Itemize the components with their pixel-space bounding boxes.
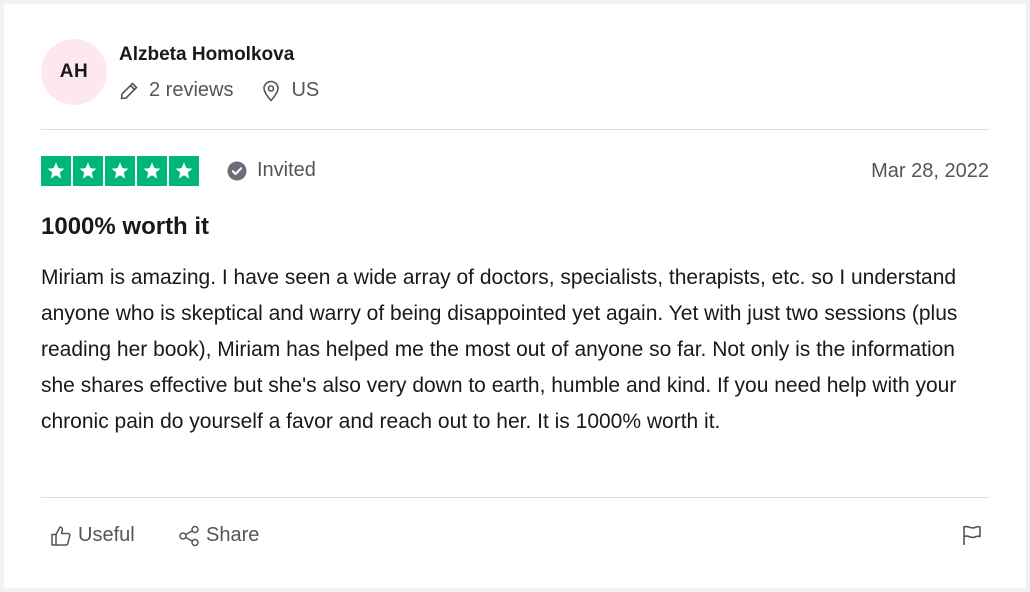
star-icon: [73, 156, 103, 186]
star-rating: [41, 156, 201, 186]
reviewer-header: AH Alzbeta Homolkova 2 reviews US: [41, 39, 989, 111]
useful-label: Useful: [78, 524, 135, 546]
check-circle-icon: [227, 161, 247, 180]
share-icon: [179, 525, 199, 546]
share-button[interactable]: Share: [178, 524, 259, 547]
star-icon: [137, 156, 167, 186]
country-label: US: [291, 79, 320, 101]
review-actions: Useful Share: [50, 524, 989, 554]
review-body: Miriam is amazing. I have seen a wide ar…: [41, 266, 958, 433]
rating-row: Invited Mar 28, 2022: [41, 156, 989, 188]
reviewer-location: US: [261, 79, 319, 102]
review-count: 2 reviews: [119, 79, 233, 102]
invited-badge[interactable]: Invited: [227, 159, 316, 182]
review-title[interactable]: 1000% worth it: [41, 213, 209, 241]
reviewer-name[interactable]: Alzbeta Homolkova: [119, 44, 294, 66]
avatar[interactable]: AH: [41, 39, 107, 105]
invited-label: Invited: [257, 159, 316, 181]
flag-icon: [963, 525, 981, 545]
pencil-icon: [120, 82, 138, 99]
star-icon: [169, 156, 199, 186]
reviewer-meta: 2 reviews US: [119, 79, 347, 102]
star-icon: [41, 156, 71, 186]
review-count-label: 2 reviews: [149, 79, 234, 101]
thumbs-up-icon: [51, 525, 71, 546]
divider: [41, 497, 989, 498]
review-card: AH Alzbeta Homolkova 2 reviews US Invite…: [4, 4, 1026, 588]
useful-button[interactable]: Useful: [50, 524, 135, 547]
divider: [41, 129, 989, 130]
review-date: Mar 28, 2022: [871, 160, 989, 182]
location-pin-icon: [263, 80, 280, 102]
star-icon: [105, 156, 135, 186]
report-button[interactable]: [961, 524, 989, 546]
share-label: Share: [206, 524, 260, 546]
